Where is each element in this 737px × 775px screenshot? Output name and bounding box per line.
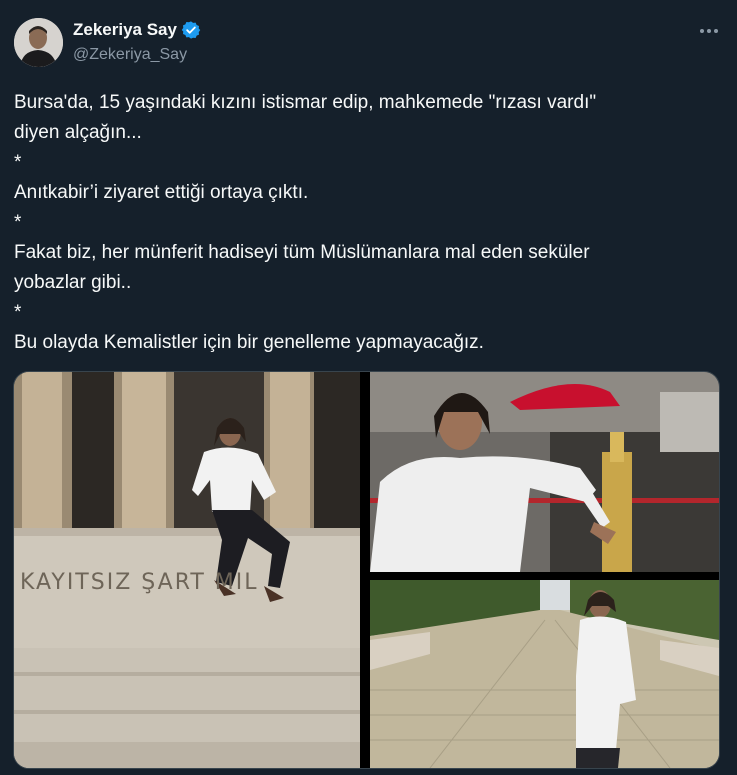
author-handle[interactable]: @Zekeriya_Say [73,46,187,64]
tweet-text-line: * [14,212,22,233]
tweet-text-line: * [14,302,22,323]
tweet-text-line: Bu olayda Kemalistler için bir genelleme… [14,332,484,353]
tweet-text: Bursa'da, 15 yaşındaki kızını istismar e… [14,88,714,358]
media-photo-portrait[interactable] [370,372,719,572]
tweet-text-line: Anıtkabir’i ziyaret ettiği ortaya çıktı. [14,182,309,203]
author-name-row: Zekeriya Say [73,20,201,40]
monument-inscription: KAYITSIZ ŞART MIL [20,570,259,595]
tweet-text-line: Fakat biz, her münferit hadiseyi tüm Müs… [14,242,590,293]
media-photo-road[interactable] [370,580,719,768]
more-options-button[interactable] [695,20,723,42]
tweet: Zekeriya Say @Zekeriya_Say Bursa'da, 15 … [0,0,737,775]
author-display-name[interactable]: Zekeriya Say [73,20,177,40]
tweet-text-line: Bursa'da, 15 yaşındaki kızını istismar e… [14,92,597,143]
avatar[interactable] [14,18,63,67]
media-photo-monument[interactable]: KAYITSIZ ŞART MIL [14,372,360,768]
verified-badge-icon [181,21,201,39]
media-grid: KAYITSIZ ŞART MIL [13,371,720,769]
tweet-text-line: * [14,152,22,173]
more-horizontal-icon [700,29,704,33]
